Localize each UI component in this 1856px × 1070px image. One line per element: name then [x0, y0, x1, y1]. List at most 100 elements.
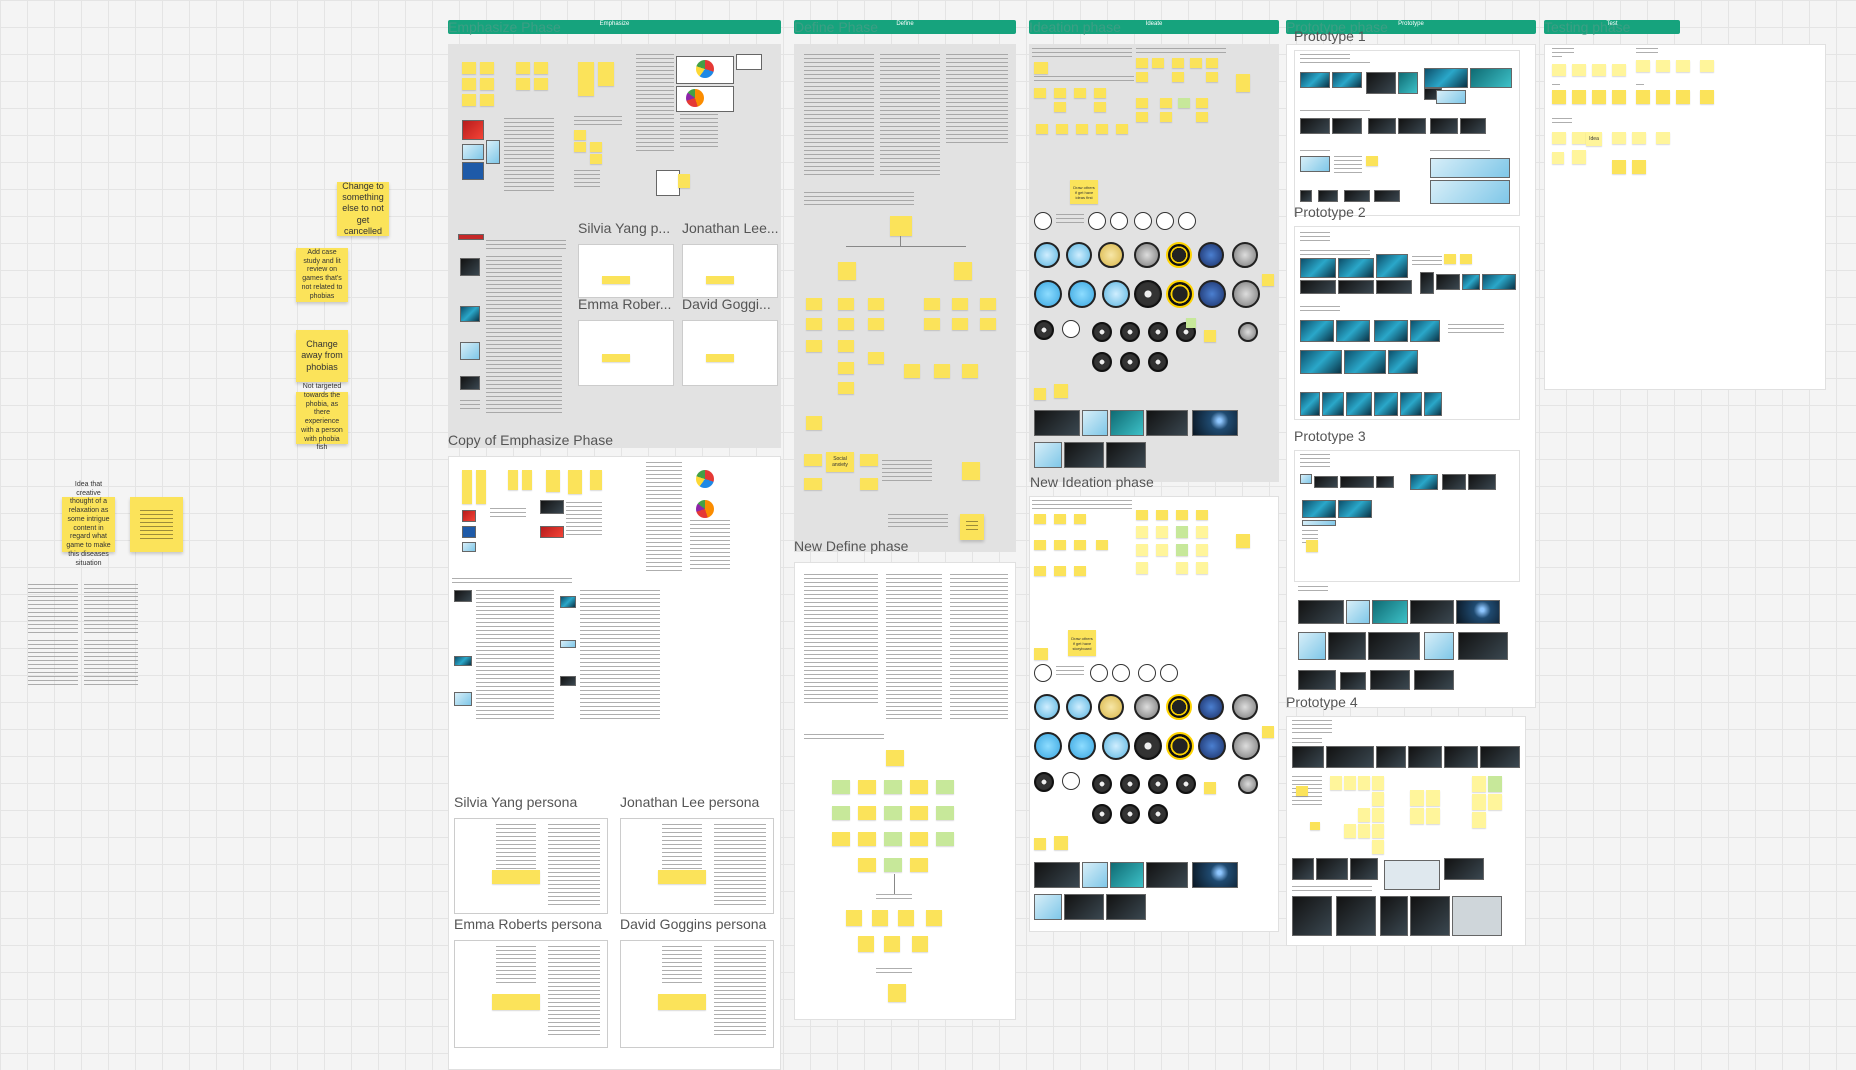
- sticky-note[interactable]: [1116, 124, 1128, 134]
- image-thumbnail[interactable]: [1300, 320, 1334, 342]
- sticky-note[interactable]: [1054, 102, 1066, 112]
- sticky-note[interactable]: [1096, 124, 1108, 134]
- game-concept-circle[interactable]: [1092, 322, 1112, 342]
- sticky-note[interactable]: [678, 174, 690, 188]
- sticky-note[interactable]: Change to something else to not get canc…: [337, 181, 389, 236]
- image-thumbnail[interactable]: [1300, 118, 1330, 134]
- sticky-note[interactable]: [884, 858, 902, 872]
- image-thumbnail[interactable]: [462, 144, 484, 160]
- persona-card[interactable]: [578, 244, 674, 298]
- sticky-note[interactable]: [1054, 514, 1066, 524]
- sticky-note[interactable]: [1206, 72, 1218, 82]
- sticky-note[interactable]: [904, 364, 920, 378]
- game-concept-circle[interactable]: [1148, 352, 1168, 372]
- persona-card[interactable]: [682, 244, 778, 298]
- sticky-note[interactable]: [1034, 648, 1048, 660]
- sticky-note[interactable]: [912, 936, 928, 952]
- image-thumbnail[interactable]: [1376, 254, 1408, 278]
- sticky-note[interactable]: [868, 298, 884, 310]
- image-thumbnail[interactable]: [1366, 72, 1396, 94]
- image-thumbnail[interactable]: [1388, 350, 1418, 374]
- sticky-note[interactable]: [1612, 64, 1626, 76]
- sketch-circle[interactable]: [1062, 320, 1080, 338]
- sticky-note[interactable]: [1426, 808, 1440, 824]
- sticky-note[interactable]: [568, 470, 582, 494]
- image-thumbnail[interactable]: [1300, 156, 1330, 172]
- sticky-note[interactable]: [804, 478, 822, 490]
- sticky-note[interactable]: [602, 354, 630, 362]
- game-concept-circle[interactable]: [1102, 732, 1130, 760]
- sticky-note[interactable]: [1196, 510, 1208, 520]
- sticky-note[interactable]: [706, 354, 734, 362]
- sketch-circle[interactable]: [1156, 212, 1174, 230]
- sticky-note[interactable]: [1330, 776, 1342, 790]
- sticky-note[interactable]: [1656, 90, 1670, 104]
- sticky-note[interactable]: [1472, 794, 1486, 810]
- game-concept-circle[interactable]: [1198, 242, 1224, 268]
- sticky-note[interactable]: [952, 298, 968, 310]
- sticky-note[interactable]: [962, 462, 980, 480]
- sticky-note[interactable]: [590, 470, 602, 490]
- sticky-note[interactable]: [868, 352, 884, 364]
- game-concept-circle[interactable]: [1120, 804, 1140, 824]
- image-thumbnail[interactable]: [462, 526, 476, 538]
- image-thumbnail[interactable]: [1398, 72, 1418, 94]
- game-concept-circle[interactable]: [1134, 732, 1162, 760]
- sticky-note[interactable]: [1186, 318, 1196, 328]
- image-thumbnail[interactable]: [1424, 632, 1454, 660]
- game-concept-circle[interactable]: [1232, 694, 1258, 720]
- sketch-circle[interactable]: [1178, 212, 1196, 230]
- game-concept-circle[interactable]: [1034, 280, 1062, 308]
- image-thumbnail[interactable]: [1298, 632, 1326, 660]
- image-thumbnail[interactable]: [1064, 442, 1104, 468]
- image-thumbnail[interactable]: [1300, 258, 1336, 278]
- sticky-note[interactable]: [1160, 112, 1172, 122]
- image-thumbnail[interactable]: [460, 342, 480, 360]
- game-concept-circle[interactable]: [1066, 694, 1092, 720]
- game-concept-circle[interactable]: [1166, 242, 1192, 268]
- sticky-note[interactable]: [1552, 64, 1566, 76]
- sticky-note[interactable]: [1136, 526, 1148, 538]
- sticky-note[interactable]: [980, 318, 996, 330]
- sticky-note[interactable]: Idea that creative thought of a relaxati…: [62, 481, 115, 567]
- sticky-note[interactable]: [1676, 60, 1690, 72]
- sticky-note[interactable]: [1306, 540, 1318, 552]
- sticky-note[interactable]: Not targeted towards the phobia, as ther…: [296, 383, 348, 451]
- persona-card[interactable]: [578, 320, 674, 386]
- sticky-note[interactable]: [952, 318, 968, 330]
- sticky-note[interactable]: [1612, 160, 1626, 174]
- sticky-note[interactable]: [1034, 514, 1046, 524]
- image-thumbnail[interactable]: [1106, 894, 1146, 920]
- game-concept-circle[interactable]: [1198, 280, 1226, 308]
- image-thumbnail[interactable]: [1328, 632, 1366, 660]
- sticky-note[interactable]: [1262, 726, 1274, 738]
- image-thumbnail[interactable]: [454, 692, 472, 706]
- sticky-note[interactable]: [590, 154, 602, 164]
- game-concept-circle[interactable]: [1034, 694, 1060, 720]
- sticky-note[interactable]: [492, 870, 540, 884]
- image-thumbnail[interactable]: [1376, 476, 1394, 488]
- sticky-note[interactable]: [838, 318, 854, 330]
- sticky-note[interactable]: [1204, 782, 1216, 794]
- sticky-note[interactable]: [888, 984, 906, 1002]
- sticky-note[interactable]: [1034, 62, 1048, 74]
- sticky-note[interactable]: [462, 62, 476, 74]
- image-thumbnail[interactable]: [460, 258, 480, 276]
- sticky-note[interactable]: [1552, 90, 1566, 104]
- image-thumbnail[interactable]: [1192, 410, 1238, 436]
- image-thumbnail[interactable]: [1300, 190, 1312, 202]
- game-concept-circle[interactable]: [1148, 804, 1168, 824]
- sticky-note[interactable]: [910, 780, 928, 794]
- sticky-note[interactable]: [1136, 58, 1148, 68]
- sticky-note[interactable]: [1366, 156, 1378, 166]
- sticky-note[interactable]: [838, 262, 856, 280]
- image-thumbnail[interactable]: [1298, 600, 1344, 624]
- sticky-note[interactable]: [480, 94, 494, 106]
- game-concept-circle[interactable]: [1166, 732, 1194, 760]
- ideation-phase-bar[interactable]: Ideation phase Ideate: [1029, 19, 1279, 35]
- game-concept-circle[interactable]: [1068, 280, 1096, 308]
- image-thumbnail[interactable]: [540, 500, 564, 514]
- sticky-note[interactable]: [1136, 112, 1148, 122]
- sticky-note[interactable]: [1136, 98, 1148, 108]
- sticky-note[interactable]: [910, 858, 928, 872]
